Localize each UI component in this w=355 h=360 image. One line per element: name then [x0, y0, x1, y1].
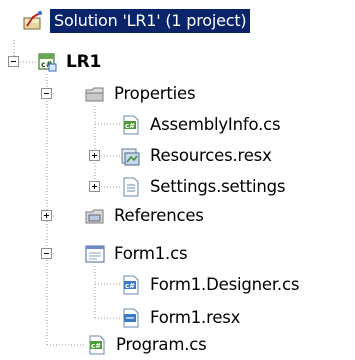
tree-item-project[interactable]: c# LR1: [36, 47, 103, 77]
references-icon: [84, 205, 106, 227]
svg-text:c#: c#: [125, 122, 135, 130]
program-label: Program.cs: [116, 335, 207, 354]
svg-text:c#: c#: [125, 282, 135, 290]
csharp-project-icon: c#: [36, 51, 58, 73]
form1-resx-label: Form1.resx: [150, 308, 241, 327]
form1-designer-label: Form1.Designer.cs: [150, 275, 300, 294]
properties-label: Properties: [114, 84, 196, 103]
svg-text:c#: c#: [91, 342, 101, 350]
csharp-file-icon: c#: [120, 274, 142, 296]
solution-explorer-tree: Solution 'LR1' (1 project) c# LR1 Proper…: [0, 0, 355, 360]
settings-file-icon: [120, 176, 142, 198]
tree-item-program[interactable]: c# Program.cs: [86, 330, 209, 360]
properties-collapse-toggle[interactable]: [41, 88, 52, 99]
tree-item-settings[interactable]: Settings.settings: [120, 172, 287, 202]
resources-label: Resources.resx: [150, 146, 272, 165]
tree-item-form1-resx[interactable]: Form1.resx: [120, 303, 242, 333]
resources-icon: [120, 145, 142, 167]
tree-item-properties[interactable]: Properties: [84, 79, 197, 109]
tree-item-references[interactable]: References: [84, 201, 206, 231]
project-label: LR1: [66, 52, 102, 72]
settings-expand-toggle[interactable]: [89, 181, 100, 192]
solution-icon: [22, 10, 44, 32]
form1-collapse-toggle[interactable]: [41, 248, 52, 259]
solution-label: Solution 'LR1' (1 project): [50, 9, 251, 33]
tree-item-solution[interactable]: Solution 'LR1' (1 project): [22, 6, 251, 36]
csharp-file-icon: c#: [120, 114, 142, 136]
resx-file-icon: [120, 307, 142, 329]
assemblyinfo-label: AssemblyInfo.cs: [150, 115, 281, 134]
tree-item-resources[interactable]: Resources.resx: [120, 141, 274, 171]
csharp-file-icon: c#: [86, 334, 108, 356]
folder-icon: [84, 83, 106, 105]
references-expand-toggle[interactable]: [41, 210, 52, 221]
settings-label: Settings.settings: [150, 177, 286, 196]
project-collapse-toggle[interactable]: [8, 56, 19, 67]
form-icon: [84, 243, 106, 265]
tree-item-form1[interactable]: Form1.cs: [84, 239, 189, 269]
tree-item-form1-designer[interactable]: c# Form1.Designer.cs: [120, 270, 301, 300]
resources-expand-toggle[interactable]: [89, 150, 100, 161]
references-label: References: [114, 206, 204, 225]
form1-label: Form1.cs: [114, 244, 188, 263]
tree-item-assemblyinfo[interactable]: c# AssemblyInfo.cs: [120, 110, 282, 140]
